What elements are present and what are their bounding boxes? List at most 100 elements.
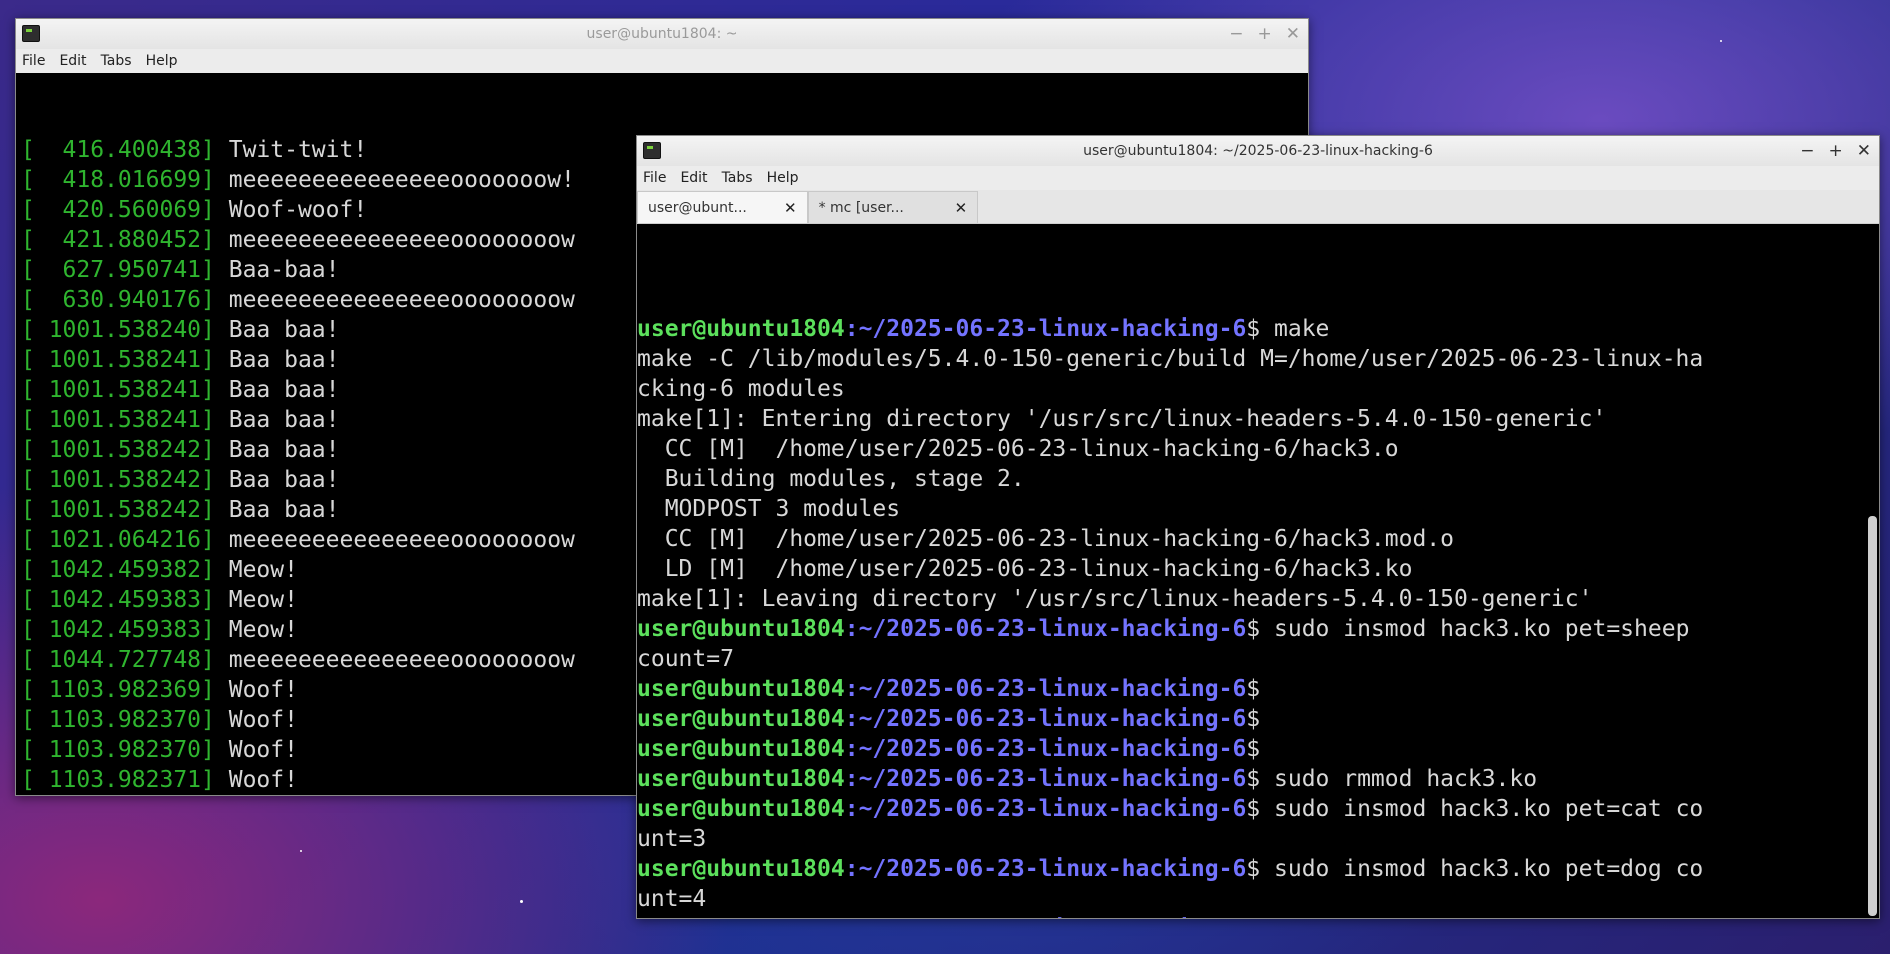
close-icon[interactable]: ✕ — [1857, 141, 1871, 161]
output-text: MODPOST 3 modules — [637, 496, 901, 522]
prompt-user: user@ubuntu1804 — [637, 856, 845, 882]
tab-bar: user@ubunt... ✕ * mc [user... ✕ — [637, 190, 1879, 224]
log-timestamp: [ 1103.982370] — [21, 737, 215, 763]
log-timestamp: [ 420.560069] — [21, 197, 215, 223]
star — [520, 900, 523, 903]
menu-file[interactable]: File — [22, 53, 45, 69]
close-icon[interactable]: ✕ — [1286, 24, 1300, 44]
window-titlebar[interactable]: user@ubuntu1804: ~ − + ✕ — [16, 19, 1308, 49]
prompt-user: user@ubuntu1804 — [637, 916, 845, 918]
prompt-sign: $ — [1246, 616, 1274, 642]
output-line: make[1]: Leaving directory '/usr/src/lin… — [637, 584, 1879, 614]
log-message: Baa baa! — [214, 407, 340, 433]
shell-command: sudo insmod hack3.ko pet=cat co — [1274, 796, 1704, 822]
prompt-sign: $ — [1246, 706, 1274, 732]
prompt-path: :~/2025-06-23-linux-hacking-6 — [844, 766, 1247, 792]
window-title: user@ubuntu1804: ~ — [586, 26, 738, 42]
prompt-path: :~/2025-06-23-linux-hacking-6 — [845, 916, 1247, 918]
terminal-icon — [643, 142, 661, 159]
prompt-path: :~/2025-06-23-linux-hacking-6 — [844, 796, 1247, 822]
star — [300, 850, 302, 852]
output-line: count=7 — [637, 644, 1879, 674]
log-timestamp: [ 1021.064216] — [21, 527, 215, 553]
prompt-user: user@ubuntu1804 — [637, 796, 845, 822]
prompt-user: user@ubuntu1804 — [637, 676, 845, 702]
tab-close-icon[interactable]: ✕ — [784, 199, 797, 217]
minimize-icon[interactable]: − — [1800, 141, 1814, 161]
output-text: LD [M] /home/user/2025-06-23-linux-hacki… — [637, 556, 1413, 582]
menu-file[interactable]: File — [643, 170, 666, 186]
shell-command: sudo insmod hack3.ko pet=sheep — [1274, 616, 1704, 642]
log-message: Baa baa! — [214, 377, 340, 403]
log-timestamp: [ 1001.538242] — [21, 497, 215, 523]
star — [1720, 40, 1722, 42]
output-line: cking-6 modules — [637, 374, 1879, 404]
tab-label: * mc [user... — [818, 199, 904, 216]
log-timestamp: [ 1001.538242] — [21, 437, 215, 463]
output-text: CC [M] /home/user/2025-06-23-linux-hacki… — [637, 436, 1399, 462]
log-timestamp: [ 1103.982371] — [21, 767, 215, 793]
log-timestamp: [ 1001.538241] — [21, 407, 215, 433]
output-line: MODPOST 3 modules — [637, 494, 1879, 524]
window-title: user@ubuntu1804: ~/2025-06-23-linux-hack… — [1083, 143, 1433, 159]
output-line: unt=4 — [637, 884, 1879, 914]
terminal-window-project[interactable]: user@ubuntu1804: ~/2025-06-23-linux-hack… — [636, 135, 1880, 919]
prompt-sign: $ — [1246, 916, 1274, 918]
log-message: Woof! — [214, 767, 298, 793]
log-timestamp: [ 1042.459383] — [21, 587, 215, 613]
menu-help[interactable]: Help — [146, 53, 178, 69]
output-text: make[1]: Leaving directory '/usr/src/lin… — [637, 586, 1593, 612]
menu-edit[interactable]: Edit — [680, 170, 707, 186]
log-timestamp: [ 1001.538241] — [21, 347, 215, 373]
menubar: File Edit Tabs Help — [16, 49, 1308, 73]
maximize-icon[interactable]: + — [1829, 141, 1843, 161]
window-titlebar[interactable]: user@ubuntu1804: ~/2025-06-23-linux-hack… — [637, 136, 1879, 166]
log-timestamp: [ 418.016699] — [21, 167, 215, 193]
tab-label: user@ubunt... — [648, 199, 747, 216]
output-text: cking-6 modules — [637, 376, 845, 402]
terminal-output[interactable]: user@ubuntu1804:~/2025-06-23-linux-hacki… — [637, 224, 1879, 918]
prompt-user: user@ubuntu1804 — [637, 766, 845, 792]
log-message: Baa baa! — [214, 437, 340, 463]
output-line: make -C /lib/modules/5.4.0-150-generic/b… — [637, 344, 1879, 374]
shell-prompt-line: user@ubuntu1804:~/2025-06-23-linux-hacki… — [637, 674, 1879, 704]
menu-tabs[interactable]: Tabs — [101, 53, 132, 69]
output-line: CC [M] /home/user/2025-06-23-linux-hacki… — [637, 524, 1879, 554]
log-timestamp: [ 1001.538240] — [21, 317, 215, 343]
log-timestamp: [ 1001.538242] — [21, 467, 215, 493]
tab-user-shell[interactable]: user@ubunt... ✕ — [637, 191, 808, 223]
output-text: count=7 — [637, 646, 734, 672]
menu-edit[interactable]: Edit — [59, 53, 86, 69]
shell-prompt-line: user@ubuntu1804:~/2025-06-23-linux-hacki… — [637, 914, 1879, 918]
shell-prompt-line: user@ubuntu1804:~/2025-06-23-linux-hacki… — [637, 734, 1879, 764]
log-message: Baa baa! — [214, 467, 340, 493]
shell-prompt-line: user@ubuntu1804:~/2025-06-23-linux-hacki… — [637, 704, 1879, 734]
menu-tabs[interactable]: Tabs — [722, 170, 753, 186]
shell-prompt-line: user@ubuntu1804:~/2025-06-23-linux-hacki… — [637, 614, 1879, 644]
shell-prompt-line: user@ubuntu1804:~/2025-06-23-linux-hacki… — [637, 764, 1879, 794]
menu-help[interactable]: Help — [767, 170, 799, 186]
log-message: Woof-woof! — [214, 197, 368, 223]
prompt-sign: $ — [1246, 766, 1274, 792]
scrollbar[interactable] — [1868, 516, 1877, 916]
log-message: meeeeeeeeeeeeeeeoooooooow — [214, 227, 575, 253]
shell-prompt-line: user@ubuntu1804:~/2025-06-23-linux-hacki… — [637, 314, 1879, 344]
log-message: meeeeeeeeeeeeeeeoooooooow — [214, 527, 575, 553]
log-message: Woof! — [214, 707, 298, 733]
log-message: Meow! — [214, 617, 298, 643]
maximize-icon[interactable]: + — [1258, 24, 1272, 44]
tab-close-icon[interactable]: ✕ — [955, 199, 968, 217]
output-line: LD [M] /home/user/2025-06-23-linux-hacki… — [637, 554, 1879, 584]
output-line: Building modules, stage 2. — [637, 464, 1879, 494]
tab-mc[interactable]: * mc [user... ✕ — [807, 191, 979, 223]
minimize-icon[interactable]: − — [1229, 24, 1243, 44]
output-line: unt=3 — [637, 824, 1879, 854]
log-message: Meow! — [214, 587, 298, 613]
shell-prompt-line: user@ubuntu1804:~/2025-06-23-linux-hacki… — [637, 854, 1879, 884]
log-timestamp: [ 1042.459382] — [21, 557, 215, 583]
output-text: Building modules, stage 2. — [637, 466, 1025, 492]
prompt-user: user@ubuntu1804 — [637, 316, 845, 342]
log-timestamp: [ 421.880452] — [21, 227, 215, 253]
prompt-path: :~/2025-06-23-linux-hacking-6 — [844, 316, 1247, 342]
